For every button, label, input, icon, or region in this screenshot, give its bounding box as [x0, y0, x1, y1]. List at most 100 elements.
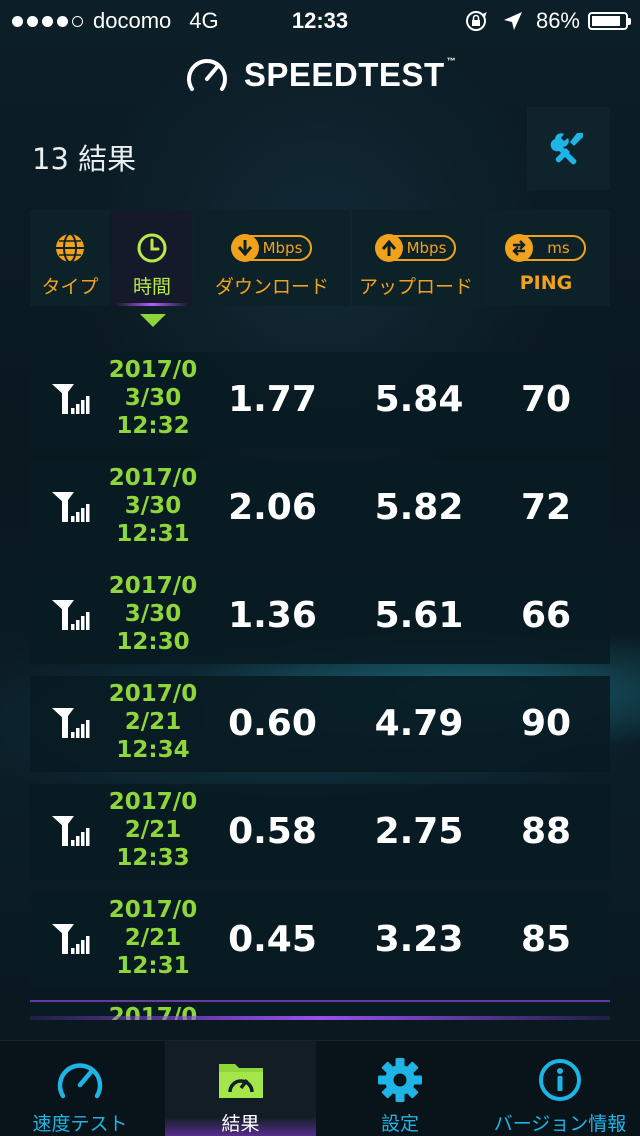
result-date-day: 3/30	[124, 385, 182, 411]
column-header-ping[interactable]: ms PING	[482, 210, 610, 306]
result-download: 2.06	[228, 487, 317, 528]
rotation-lock-icon	[465, 11, 487, 31]
logo-wordmark: SPEEDTEST	[243, 56, 445, 93]
result-date: 2017/0 2/21 12:34	[108, 680, 198, 764]
result-date-year: 2017/0	[108, 465, 198, 491]
tools-icon	[550, 132, 583, 164]
cellular-network-icon	[52, 816, 90, 846]
battery-fill	[592, 16, 620, 26]
result-upload: 5.84	[374, 379, 464, 420]
column-header-upload[interactable]: Mbps アップロード	[352, 210, 480, 306]
location-arrow-icon	[503, 12, 522, 30]
result-date-day: 2/21	[124, 817, 182, 843]
result-upload: 3.23	[374, 919, 464, 960]
result-download: 0.45	[228, 919, 317, 960]
clock-icon	[137, 233, 167, 263]
upload-unit-pill: Mbps	[374, 234, 457, 262]
column-label-time: 時間	[132, 276, 171, 298]
results-count: 13 結果	[32, 142, 137, 176]
result-download: 0.58	[228, 811, 317, 852]
column-label-upload: アップロード	[358, 276, 473, 298]
download-unit: Mbps	[262, 239, 303, 257]
column-label-download: ダウンロード	[214, 276, 329, 298]
tab-label-speedtest: 速度テスト	[32, 1113, 128, 1135]
column-label-ping: PING	[519, 272, 573, 294]
tab-settings[interactable]: 設定	[320, 1041, 480, 1136]
trademark: ™	[446, 56, 457, 66]
result-ping: 90	[520, 703, 572, 744]
sort-indicator-icon	[140, 314, 166, 327]
result-row[interactable]: 2017/0 3/30 12:30 1.36 5.61 66	[30, 568, 610, 664]
result-download: 0.60	[228, 703, 317, 744]
result-date-year: 2017/0	[108, 573, 198, 599]
result-upload: 5.82	[374, 487, 464, 528]
result-row[interactable]: 2017/0 2/21 12:33 0.58 2.75 88	[30, 784, 610, 880]
result-date: 2017/0 3/30 12:31	[108, 464, 198, 548]
cellular-network-icon	[52, 600, 90, 630]
column-header-download[interactable]: Mbps ダウンロード	[194, 210, 350, 306]
result-date-year: 2017/0	[108, 789, 198, 815]
result-ping: 72	[520, 487, 572, 528]
globe-icon	[56, 233, 84, 263]
result-ping: 66	[520, 595, 572, 636]
result-time: 12:30	[116, 629, 190, 655]
result-date-day: 3/30	[124, 601, 182, 627]
result-date-year: 2017/0	[108, 897, 198, 923]
tab-label-settings: 設定	[380, 1113, 419, 1135]
ping-unit: ms	[547, 239, 570, 257]
cellular-network-icon	[52, 708, 90, 738]
column-header-time[interactable]: 時間	[112, 210, 192, 306]
result-date: 2017/0 3/30 12:30	[108, 572, 198, 656]
cellular-network-icon	[52, 384, 90, 414]
tab-speedtest[interactable]: 速度テスト	[0, 1041, 160, 1136]
results-folder-icon	[218, 1064, 263, 1098]
app-screen: docomo 4G 12:33 86% SPEEDTEST ™ 13 結果 タイ…	[0, 0, 640, 1136]
result-ping: 85	[520, 919, 572, 960]
tab-version[interactable]: バージョン情報	[480, 1041, 640, 1136]
result-upload: 4.79	[374, 703, 464, 744]
result-upload: 5.61	[374, 595, 464, 636]
result-ping: 88	[520, 811, 572, 852]
result-row[interactable]: 2017/0 2/21 12:34 0.60 4.79 90	[30, 676, 610, 772]
logo-text: SPEEDTEST ™	[244, 56, 456, 94]
result-time: 12:34	[116, 737, 190, 763]
speedtest-logo: SPEEDTEST ™	[0, 52, 640, 98]
battery-percent: 86%	[535, 8, 580, 33]
result-time: 12:31	[116, 521, 190, 547]
result-date-day: 2/21	[124, 925, 182, 951]
result-ping: 70	[520, 379, 572, 420]
result-date-day: 2/21	[124, 709, 182, 735]
gear-icon	[378, 1058, 422, 1102]
result-upload: 2.75	[374, 811, 464, 852]
status-bar: docomo 4G 12:33 86%	[0, 0, 640, 40]
list-fade-glow	[30, 1016, 610, 1020]
result-download: 1.77	[228, 379, 317, 420]
result-time: 12:33	[116, 845, 190, 871]
result-date-day: 3/30	[124, 493, 182, 519]
result-date: 2017/0 2/21 12:31	[108, 896, 198, 980]
result-download: 1.36	[228, 595, 317, 636]
result-row[interactable]: 2017/0 3/30 12:32 1.77 5.84 70	[30, 352, 610, 448]
tab-label-version: バージョン情報	[493, 1113, 627, 1135]
result-date: 2017/0 2/21 12:33	[108, 788, 198, 872]
speedometer-icon	[57, 1063, 103, 1099]
download-unit-pill: Mbps	[230, 234, 313, 262]
ping-unit-pill: ms	[505, 234, 586, 262]
result-date-year: 2017/0	[108, 357, 198, 383]
result-row[interactable]: 2017/0 2/21 12:31 0.45 3.23 85	[30, 892, 610, 988]
tools-button[interactable]	[527, 107, 610, 190]
tab-bar: 速度テスト 結果 設定 バージョン情報	[0, 1040, 640, 1136]
info-icon	[539, 1059, 581, 1101]
column-header-type[interactable]: タイプ	[30, 210, 110, 306]
result-date-year: 2017/0	[108, 681, 198, 707]
result-time: 12:31	[116, 953, 190, 979]
tab-results[interactable]: 結果	[165, 1041, 316, 1136]
tab-label-results: 結果	[221, 1113, 260, 1135]
speedometer-logo-icon	[186, 59, 227, 91]
result-row[interactable]: 2017/0 3/30 12:31 2.06 5.82 72	[30, 460, 610, 556]
result-date: 2017/0 3/30 12:32	[108, 356, 198, 440]
column-label-type: タイプ	[41, 276, 99, 298]
cellular-network-icon	[52, 924, 90, 954]
cellular-network-icon	[52, 492, 90, 522]
column-headers: タイプ 時間 Mbps ダウンロード Mbps アップロード ms PING	[30, 210, 610, 306]
